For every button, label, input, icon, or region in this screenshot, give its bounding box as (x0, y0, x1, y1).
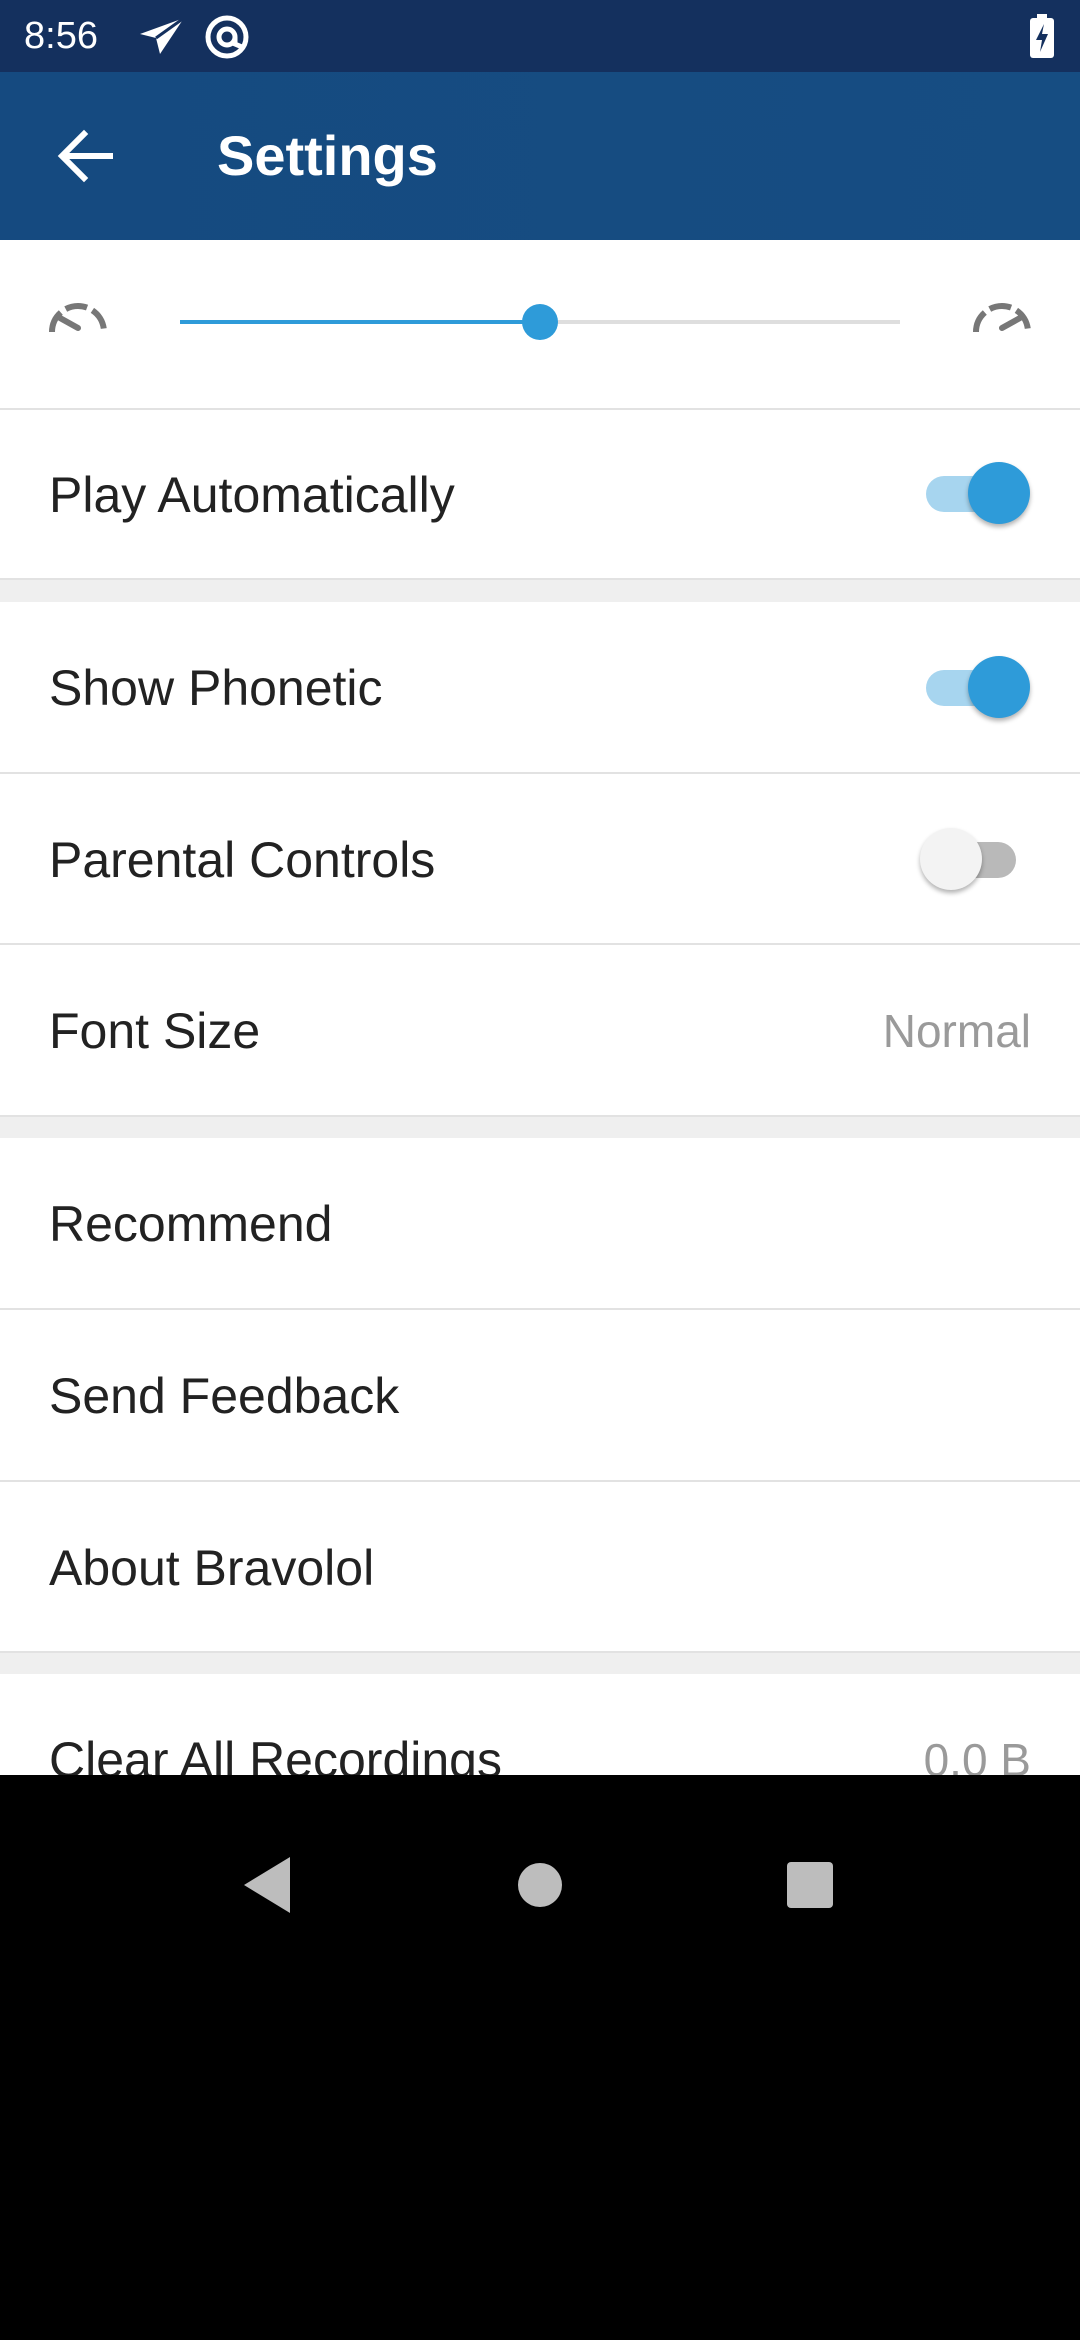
show-phonetic-toggle[interactable] (920, 652, 1030, 722)
about-row[interactable]: About Bravolol (0, 1482, 1080, 1653)
about-label: About Bravolol (49, 1540, 375, 1596)
at-sign-icon (204, 14, 250, 65)
font-size-value: Normal (882, 1005, 1031, 1057)
send-feedback-label: Send Feedback (49, 1368, 400, 1424)
clear-recordings-label: Clear All Recordings (49, 1732, 502, 1775)
toggle-knob (968, 462, 1030, 524)
clear-recordings-value: 0.0 B (923, 1734, 1031, 1775)
send-feedback-row[interactable]: Send Feedback (0, 1310, 1080, 1482)
send-icon (138, 14, 186, 63)
play-automatically-label: Play Automatically (49, 467, 455, 523)
slider-thumb[interactable] (522, 304, 558, 340)
nav-home-button[interactable] (500, 1845, 580, 1925)
back-button[interactable] (44, 112, 132, 200)
page-title: Settings (217, 124, 438, 187)
system-nav-bar (0, 1775, 1080, 2340)
status-bar: 8:56 (0, 0, 1080, 72)
parental-controls-row[interactable]: Parental Controls (0, 774, 1080, 945)
font-size-label: Font Size (49, 1003, 261, 1059)
speedometer-slow-icon (46, 298, 110, 343)
speedometer-fast-icon (970, 298, 1034, 343)
recommend-label: Recommend (49, 1196, 333, 1252)
show-phonetic-label: Show Phonetic (49, 660, 383, 716)
show-phonetic-row[interactable]: Show Phonetic (0, 602, 1080, 774)
recommend-row[interactable]: Recommend (0, 1138, 1080, 1310)
font-size-row[interactable]: Font Size Normal (0, 945, 1080, 1117)
nav-recents-icon (770, 1862, 850, 1929)
app-bar: Settings (0, 72, 1080, 240)
arrow-back-icon (44, 129, 132, 204)
slider-fill (180, 320, 540, 324)
play-automatically-toggle[interactable] (920, 458, 1030, 528)
nav-back-button[interactable] (228, 1845, 308, 1925)
settings-list: Play Automatically Show Phonetic Parenta… (0, 240, 1080, 1775)
speed-slider[interactable] (180, 304, 900, 340)
parental-controls-label: Parental Controls (49, 832, 436, 888)
nav-back-icon (228, 1857, 308, 1929)
nav-recents-button[interactable] (770, 1845, 850, 1925)
play-automatically-row[interactable]: Play Automatically (0, 410, 1080, 580)
toggle-knob (968, 656, 1030, 718)
status-time: 8:56 (24, 15, 98, 57)
battery-charging-icon (1030, 14, 1054, 63)
clear-recordings-row[interactable]: Clear All Recordings 0.0 B (0, 1674, 1080, 1775)
speed-slider-row (0, 240, 1080, 410)
toggle-knob (920, 828, 982, 890)
nav-home-icon (500, 1863, 580, 1929)
parental-controls-toggle[interactable] (920, 824, 1030, 894)
